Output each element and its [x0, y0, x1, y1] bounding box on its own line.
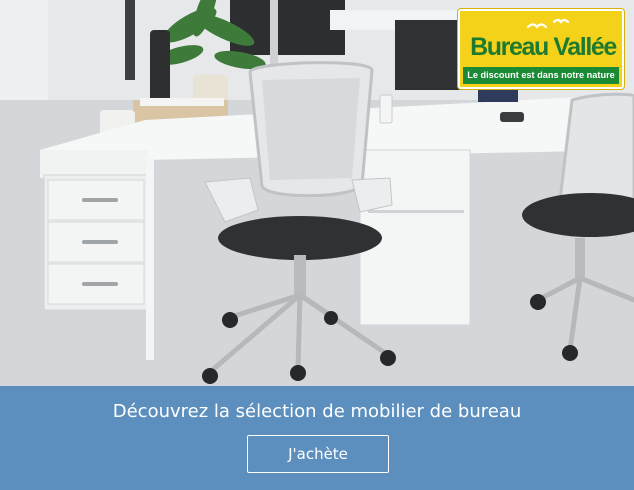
- logo-tagline: Le discount est dans notre nature: [463, 67, 619, 84]
- ad-banner[interactable]: Bureau Vallée Le discount est dans notre…: [0, 0, 634, 490]
- buy-button[interactable]: J'achète: [247, 435, 389, 473]
- caption-band: Découvrez la sélection de mobilier de bu…: [0, 386, 634, 490]
- bureau-vallee-logo[interactable]: Bureau Vallée Le discount est dans notre…: [458, 9, 624, 89]
- headline: Découvrez la sélection de mobilier de bu…: [112, 401, 522, 422]
- logo-wordmark: Bureau Vallée: [470, 33, 617, 61]
